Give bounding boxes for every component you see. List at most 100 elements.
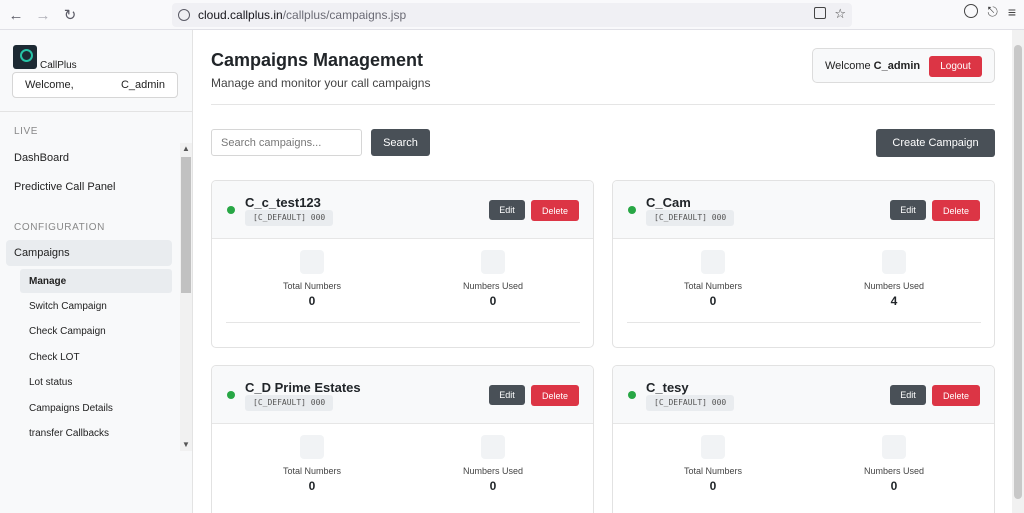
sidebar-welcome-user: C_admin — [120, 79, 165, 91]
search-input[interactable]: Search campaigns... — [211, 129, 362, 156]
sidebar-item-campaigns-label: Campaigns — [14, 247, 70, 259]
campaign-name: C_c_test123 — [245, 195, 321, 210]
sidebar-welcome: Welcome, C_admin — [12, 72, 178, 98]
numbers-used-label: Numbers Used — [863, 281, 925, 291]
menu-icon[interactable]: ≡ — [1008, 4, 1016, 20]
scroll-up-icon[interactable]: ▲ — [180, 143, 192, 155]
user-panel: Welcome C_admin Logout — [812, 48, 995, 83]
delete-button[interactable]: Delete — [932, 200, 980, 221]
total-numbers-label: Total Numbers — [282, 281, 342, 291]
campaign-tag: [C_DEFAULT] 000 — [646, 210, 735, 226]
sidebar-item-dashboard[interactable]: DashBoard — [14, 152, 69, 164]
sidebar-subitem-manage-label: Manage — [29, 275, 67, 287]
total-numbers-icon — [701, 435, 725, 459]
total-numbers-icon — [701, 250, 725, 274]
sidebar-subitem-manage[interactable]: Manage — [20, 269, 172, 293]
card-divider — [226, 322, 580, 323]
browser-toolbar: ← → ↻ cloud.callplus.in/callplus/campaig… — [0, 0, 1024, 30]
site-info-icon[interactable] — [178, 9, 190, 21]
total-numbers-stat: Total Numbers 0 — [252, 250, 372, 308]
total-numbers-label: Total Numbers — [683, 281, 743, 291]
install-app-icon[interactable] — [814, 7, 827, 19]
numbers-used-value: 0 — [489, 479, 497, 493]
numbers-used-icon — [882, 250, 906, 274]
logout-button[interactable]: Logout — [929, 56, 982, 77]
numbers-used-value: 0 — [489, 294, 497, 308]
numbers-used-icon — [481, 250, 505, 274]
campaign-card: C_D Prime Estates [C_DEFAULT] 000 Edit D… — [211, 365, 594, 513]
campaign-tag: [C_DEFAULT] 000 — [245, 395, 334, 411]
sidebar-subitem-transfer-callbacks[interactable]: transfer Callbacks — [29, 428, 109, 439]
numbers-used-icon — [882, 435, 906, 459]
campaign-card-header: C_tesy [C_DEFAULT] 000 Edit Delete — [613, 366, 994, 424]
campaign-card-header: C_D Prime Estates [C_DEFAULT] 000 Edit D… — [212, 366, 593, 424]
brand-name: CallPlus — [40, 60, 77, 71]
welcome-text: Welcome — [825, 59, 871, 72]
campaign-card: C_tesy [C_DEFAULT] 000 Edit Delete Total… — [612, 365, 995, 513]
numbers-used-icon — [481, 435, 505, 459]
status-dot-icon — [227, 391, 235, 399]
page-scrollbar[interactable] — [1012, 30, 1024, 513]
page-scroll-thumb[interactable] — [1014, 45, 1022, 499]
sidebar-subitem-lot-status[interactable]: Lot status — [29, 377, 72, 388]
sidebar-item-campaigns[interactable]: Campaigns — [6, 240, 172, 266]
sidebar-subitem-campaigns-details[interactable]: Campaigns Details — [29, 403, 113, 414]
extensions-icon[interactable]: ⎋ — [988, 4, 998, 20]
sidebar-subitem-check-lot[interactable]: Check LOT — [29, 352, 80, 363]
edit-button[interactable]: Edit — [890, 385, 926, 405]
sidebar-menu: LIVE DashBoard Predictive Call Panel CON… — [0, 112, 193, 452]
total-numbers-label: Total Numbers — [683, 466, 743, 476]
bookmark-star-icon[interactable]: ☆ — [834, 7, 846, 20]
page-subtitle: Manage and monitor your call campaigns — [211, 76, 431, 90]
numbers-used-label: Numbers Used — [462, 281, 524, 291]
section-label-configuration: CONFIGURATION — [14, 222, 105, 233]
numbers-used-label: Numbers Used — [462, 466, 524, 476]
back-arrow-icon[interactable]: ← — [5, 4, 27, 26]
url-domain: cloud.callplus.in — [198, 8, 283, 22]
sidebar-subitem-check-campaign[interactable]: Check Campaign — [29, 326, 106, 337]
total-numbers-icon — [300, 250, 324, 274]
reload-icon[interactable]: ↻ — [59, 4, 81, 26]
total-numbers-stat: Total Numbers 0 — [653, 250, 773, 308]
section-label-live: LIVE — [14, 126, 39, 137]
account-icon[interactable] — [963, 4, 978, 18]
numbers-used-value: 4 — [890, 294, 898, 308]
campaign-name: C_tesy — [646, 380, 689, 395]
total-numbers-value: 0 — [709, 479, 717, 493]
numbers-used-stat: Numbers Used 4 — [834, 250, 954, 308]
create-campaign-button[interactable]: Create Campaign — [876, 129, 995, 157]
status-dot-icon — [227, 206, 235, 214]
campaign-card-header: C_Cam [C_DEFAULT] 000 Edit Delete — [613, 181, 994, 239]
username: C_admin — [873, 59, 921, 72]
sidebar-scrollbar[interactable]: ▲ ▼ — [180, 143, 192, 451]
edit-button[interactable]: Edit — [489, 200, 525, 220]
sidebar-scroll-thumb[interactable] — [181, 157, 191, 293]
numbers-used-stat: Numbers Used 0 — [834, 435, 954, 493]
delete-button[interactable]: Delete — [531, 200, 579, 221]
campaign-name: C_Cam — [646, 195, 691, 210]
status-dot-icon — [628, 206, 636, 214]
brand: CallPlus — [13, 45, 77, 71]
forward-arrow-icon[interactable]: → — [32, 4, 54, 26]
page-title: Campaigns Management — [211, 50, 424, 70]
header-divider — [211, 104, 995, 105]
delete-button[interactable]: Delete — [932, 385, 980, 406]
address-bar[interactable]: cloud.callplus.in/callplus/campaigns.jsp… — [172, 3, 852, 27]
numbers-used-label: Numbers Used — [863, 466, 925, 476]
total-numbers-value: 0 — [308, 294, 316, 308]
edit-button[interactable]: Edit — [890, 200, 926, 220]
campaign-card: C_Cam [C_DEFAULT] 000 Edit Delete Total … — [612, 180, 995, 348]
sidebar-item-predictive-call-panel[interactable]: Predictive Call Panel — [14, 181, 116, 193]
delete-button[interactable]: Delete — [531, 385, 579, 406]
total-numbers-stat: Total Numbers 0 — [252, 435, 372, 493]
callplus-logo-icon — [13, 45, 37, 69]
card-divider — [627, 322, 981, 323]
sidebar-subitem-switch-campaign[interactable]: Switch Campaign — [29, 301, 107, 312]
edit-button[interactable]: Edit — [489, 385, 525, 405]
total-numbers-stat: Total Numbers 0 — [653, 435, 773, 493]
url-path: /callplus/campaigns.jsp — [282, 8, 407, 22]
campaign-card-header: C_c_test123 [C_DEFAULT] 000 Edit Delete — [212, 181, 593, 239]
scroll-down-icon[interactable]: ▼ — [180, 439, 192, 451]
search-button[interactable]: Search — [371, 129, 430, 156]
campaign-tag: [C_DEFAULT] 000 — [646, 395, 735, 411]
